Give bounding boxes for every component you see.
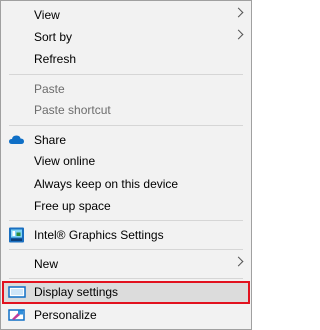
personalize-icon	[8, 307, 26, 323]
menu-item-share[interactable]: Share	[2, 129, 250, 151]
menu-item-sort-by-label: Sort by	[34, 30, 73, 44]
menu-item-new-label: New	[34, 257, 59, 271]
menu-item-paste: Paste	[2, 78, 250, 100]
menu-item-display-settings-label: Display settings	[34, 285, 119, 299]
chevron-right-icon	[233, 7, 244, 18]
desktop-context-menu: View Sort by Refresh Paste Paste shortcu…	[0, 0, 252, 330]
menu-item-personalize[interactable]: Personalize	[2, 304, 250, 326]
menu-item-sort-by[interactable]: Sort by	[2, 26, 250, 48]
chevron-right-icon	[233, 29, 244, 40]
menu-item-share-label: Share	[34, 133, 67, 147]
menu-item-always-keep[interactable]: Always keep on this device	[2, 173, 250, 195]
menu-item-display-settings[interactable]: Display settings	[2, 281, 250, 304]
menu-separator	[9, 74, 243, 75]
menu-separator	[9, 125, 243, 126]
menu-item-refresh[interactable]: Refresh	[2, 48, 250, 70]
menu-item-personalize-label: Personalize	[34, 308, 97, 322]
menu-separator	[9, 278, 243, 279]
monitor-icon	[8, 284, 26, 300]
menu-item-view-online-label: View online	[34, 154, 96, 168]
menu-item-view-label: View	[34, 8, 60, 22]
menu-item-intel-graphics-label: Intel® Graphics Settings	[34, 228, 164, 242]
menu-item-view[interactable]: View	[2, 4, 250, 26]
menu-item-paste-shortcut: Paste shortcut	[2, 99, 250, 121]
menu-item-refresh-label: Refresh	[34, 52, 77, 66]
menu-item-new[interactable]: New	[2, 253, 250, 275]
menu-item-free-up-space-label: Free up space	[34, 199, 111, 213]
menu-item-always-keep-label: Always keep on this device	[34, 177, 179, 191]
intel-graphics-icon	[8, 227, 26, 243]
menu-separator	[9, 220, 243, 221]
menu-separator	[9, 249, 243, 250]
chevron-right-icon	[233, 256, 244, 267]
menu-item-intel-graphics[interactable]: Intel® Graphics Settings	[2, 224, 250, 246]
menu-item-paste-shortcut-label: Paste shortcut	[34, 103, 111, 117]
menu-item-free-up-space[interactable]: Free up space	[2, 195, 250, 217]
cloud-icon	[8, 132, 26, 148]
menu-item-view-online[interactable]: View online	[2, 150, 250, 172]
menu-item-paste-label: Paste	[34, 82, 65, 96]
